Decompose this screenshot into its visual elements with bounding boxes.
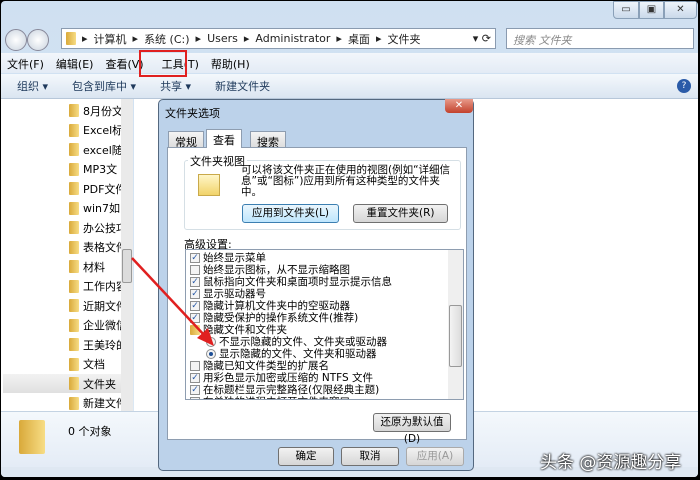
watermark: 头条 @资源趣分享 xyxy=(540,453,682,473)
red-arrow-icon xyxy=(131,257,214,346)
tab-view[interactable]: 查看 xyxy=(206,129,242,148)
